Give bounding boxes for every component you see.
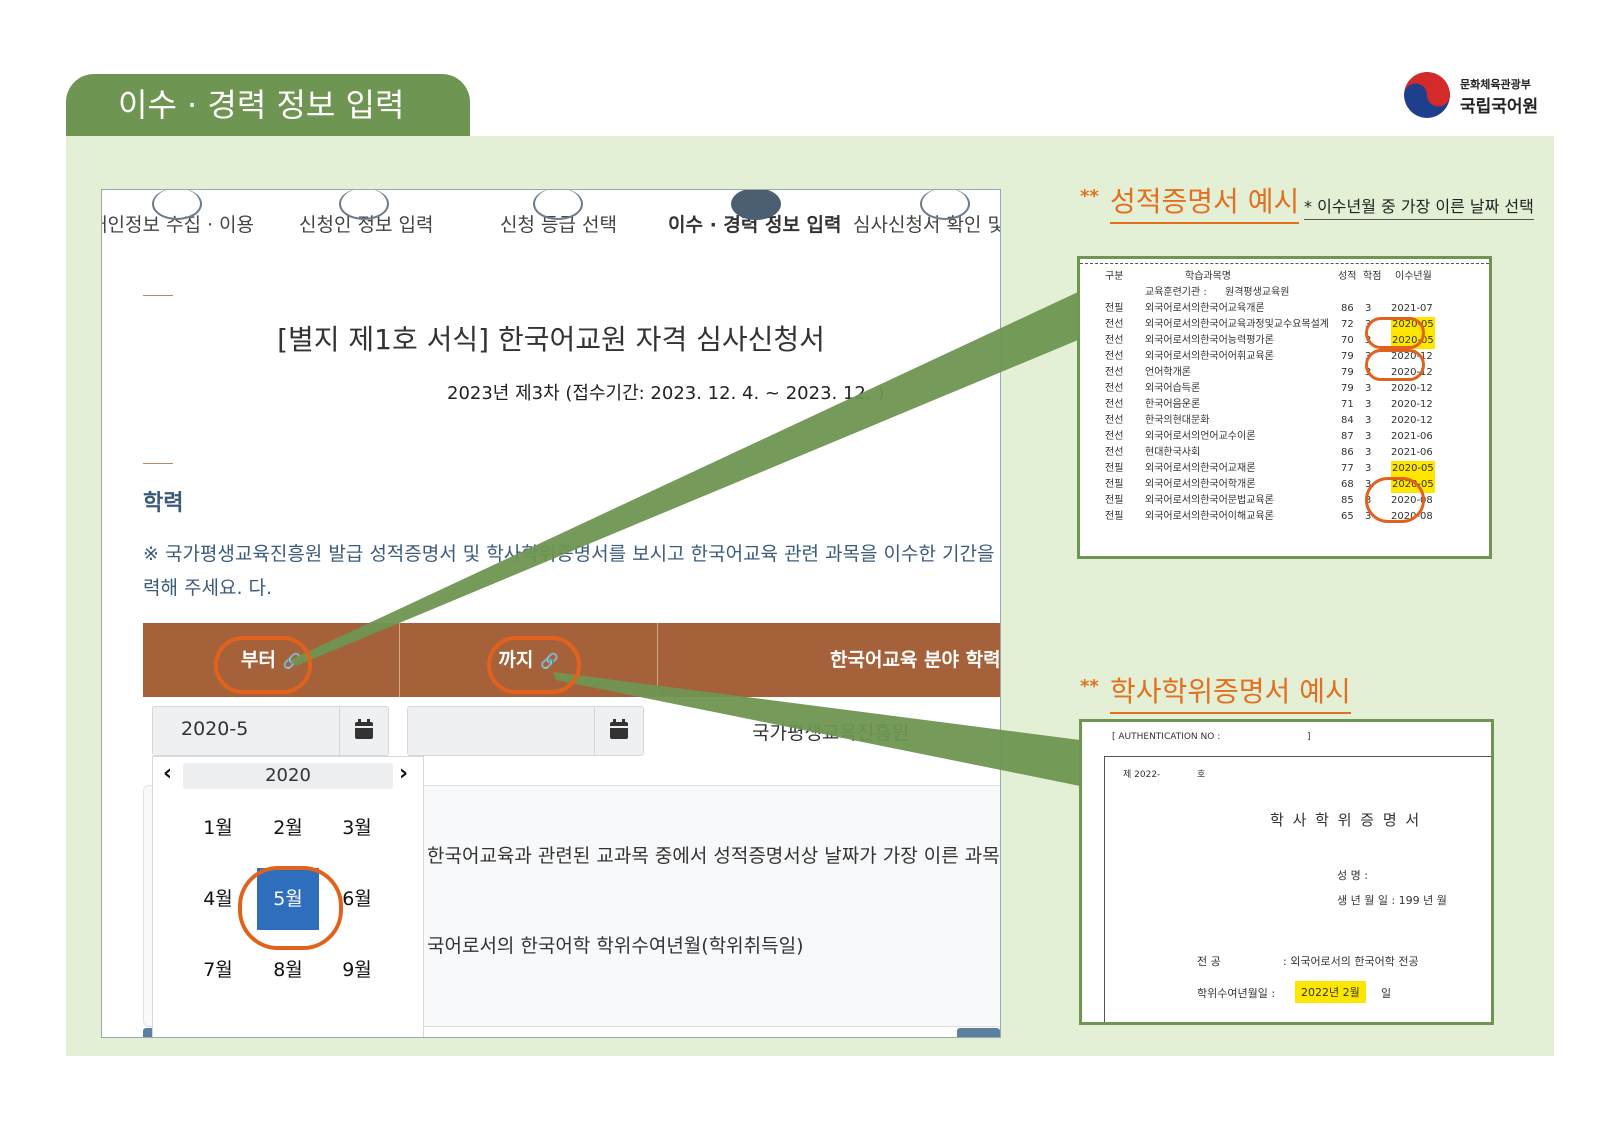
major-value: : 외국어로서의 한국어학 전공: [1283, 955, 1419, 968]
row-subject: 현대한국사회: [1145, 447, 1201, 458]
row-score: 86: [1341, 447, 1354, 458]
highlight-ring-from: [214, 636, 312, 694]
row-score: 77: [1341, 463, 1354, 474]
row-score: 85: [1341, 495, 1354, 506]
col-subject: 학습과목명: [1185, 271, 1231, 282]
row-subject: 외국어로서의한국어이해교육론: [1145, 511, 1274, 522]
institution-name: 원격평생교육원: [1225, 287, 1290, 298]
doc-number: 제 2022-: [1123, 770, 1161, 780]
transcript-example-title: 성적증명서 예시: [1110, 180, 1300, 224]
row-date: 2021-06: [1391, 431, 1433, 442]
row-subject: 한국의현대문화: [1145, 415, 1210, 426]
row-score: 79: [1341, 351, 1354, 362]
row-credit: 3: [1365, 383, 1372, 394]
row-date: 2021-07: [1391, 303, 1433, 314]
row-type: 전선: [1105, 431, 1124, 442]
row-type: 전선: [1105, 447, 1124, 458]
row-type: 전필: [1105, 303, 1124, 314]
row-type: 전선: [1105, 335, 1124, 346]
col-date: 이수년월: [1395, 271, 1432, 282]
row-credit: 3: [1365, 447, 1372, 458]
row-credit: 3: [1365, 415, 1372, 426]
transcript-example-image: 구분 학습과목명 성적 학점 이수년월 교육훈련기관 : 원격평생교육원 전필외…: [1077, 256, 1492, 559]
row-score: 79: [1341, 367, 1354, 378]
row-type: 전선: [1105, 319, 1124, 330]
dashed-border: [1080, 259, 1489, 264]
row-subject: 한국어음운론: [1145, 399, 1201, 410]
col-type: 구분: [1105, 271, 1124, 282]
highlight-ring-to: [487, 636, 581, 694]
institution-label: 교육훈련기관 :: [1145, 287, 1207, 298]
degree-example-image: [ AUTHENTICATION NO : ] 제 2022- 호 학 사 학 …: [1079, 719, 1494, 1025]
row-score: 72: [1341, 319, 1354, 330]
birth-label: 생 년 월 일 : 199 년 월: [1337, 894, 1447, 907]
row-subject: 외국어습득론: [1145, 383, 1201, 394]
row-type: 전선: [1105, 399, 1124, 410]
degree-example-title: 학사학위증명서 예시: [1110, 670, 1351, 714]
row-date: 2020-05: [1391, 461, 1435, 477]
row-score: 84: [1341, 415, 1354, 426]
certificate-frame: 제 2022- 호 학 사 학 위 증 명 서 성 명 : 생 년 월 일 : …: [1104, 756, 1491, 1022]
row-subject: 외국어로서의한국어문법교육론: [1145, 495, 1274, 506]
row-date: 2021-06: [1391, 447, 1433, 458]
highlight-ring: [1365, 477, 1425, 523]
row-credit: 3: [1365, 303, 1372, 314]
row-type: 전선: [1105, 367, 1124, 378]
stars: **: [1080, 186, 1099, 207]
auth-no: [ AUTHENTICATION NO :: [1112, 732, 1221, 742]
col-score: 성적: [1338, 271, 1357, 282]
row-subject: 외국어로서의한국어교육과정및교수요목설계: [1145, 319, 1329, 330]
row-date: 2020-12: [1391, 415, 1433, 426]
row-type: 전선: [1105, 383, 1124, 394]
date-suffix: 일: [1381, 987, 1392, 1000]
transcript-note: * 이수년월 중 가장 이른 날짜 선택: [1304, 193, 1534, 220]
row-score: 86: [1341, 303, 1354, 314]
row-subject: 외국어로서의한국어교육개론: [1145, 303, 1265, 314]
col-credit: 학점: [1363, 271, 1382, 282]
doc-number-suffix: 호: [1197, 770, 1206, 780]
highlight-ring-month: [238, 866, 343, 950]
row-score: 65: [1341, 511, 1354, 522]
row-subject: 언어학개론: [1145, 367, 1191, 378]
row-type: 전필: [1105, 511, 1124, 522]
row-subject: 외국어로서의언어교수이론: [1145, 431, 1256, 442]
row-type: 전선: [1105, 415, 1124, 426]
row-subject: 외국어로서의한국어교재론: [1145, 463, 1256, 474]
name-label: 성 명 :: [1337, 869, 1368, 882]
row-subject: 외국어로서의한국어능력평가론: [1145, 335, 1274, 346]
date-value-highlight: 2022년 2월: [1295, 981, 1366, 1003]
row-credit: 3: [1365, 463, 1372, 474]
highlight-ring: [1365, 349, 1425, 381]
stars: **: [1080, 676, 1099, 697]
row-type: 전필: [1105, 463, 1124, 474]
row-date: 2020-12: [1391, 399, 1433, 410]
row-score: 68: [1341, 479, 1354, 490]
row-type: 전필: [1105, 479, 1124, 490]
highlight-ring: [1365, 317, 1425, 349]
row-subject: 외국어로서의한국어학개론: [1145, 479, 1256, 490]
row-score: 87: [1341, 431, 1354, 442]
auth-end: ]: [1307, 732, 1311, 742]
row-score: 71: [1341, 399, 1354, 410]
row-date: 2020-12: [1391, 383, 1433, 394]
row-score: 79: [1341, 383, 1354, 394]
row-subject: 외국어로서의한국어어휘교육론: [1145, 351, 1274, 362]
certificate-title: 학 사 학 위 증 명 서: [1270, 811, 1422, 829]
date-label: 학위수여년월일 :: [1197, 987, 1276, 1000]
row-score: 70: [1341, 335, 1354, 346]
row-type: 전선: [1105, 351, 1124, 362]
row-type: 전필: [1105, 495, 1124, 506]
row-credit: 3: [1365, 431, 1372, 442]
major-label: 전 공: [1197, 955, 1221, 968]
row-credit: 3: [1365, 399, 1372, 410]
